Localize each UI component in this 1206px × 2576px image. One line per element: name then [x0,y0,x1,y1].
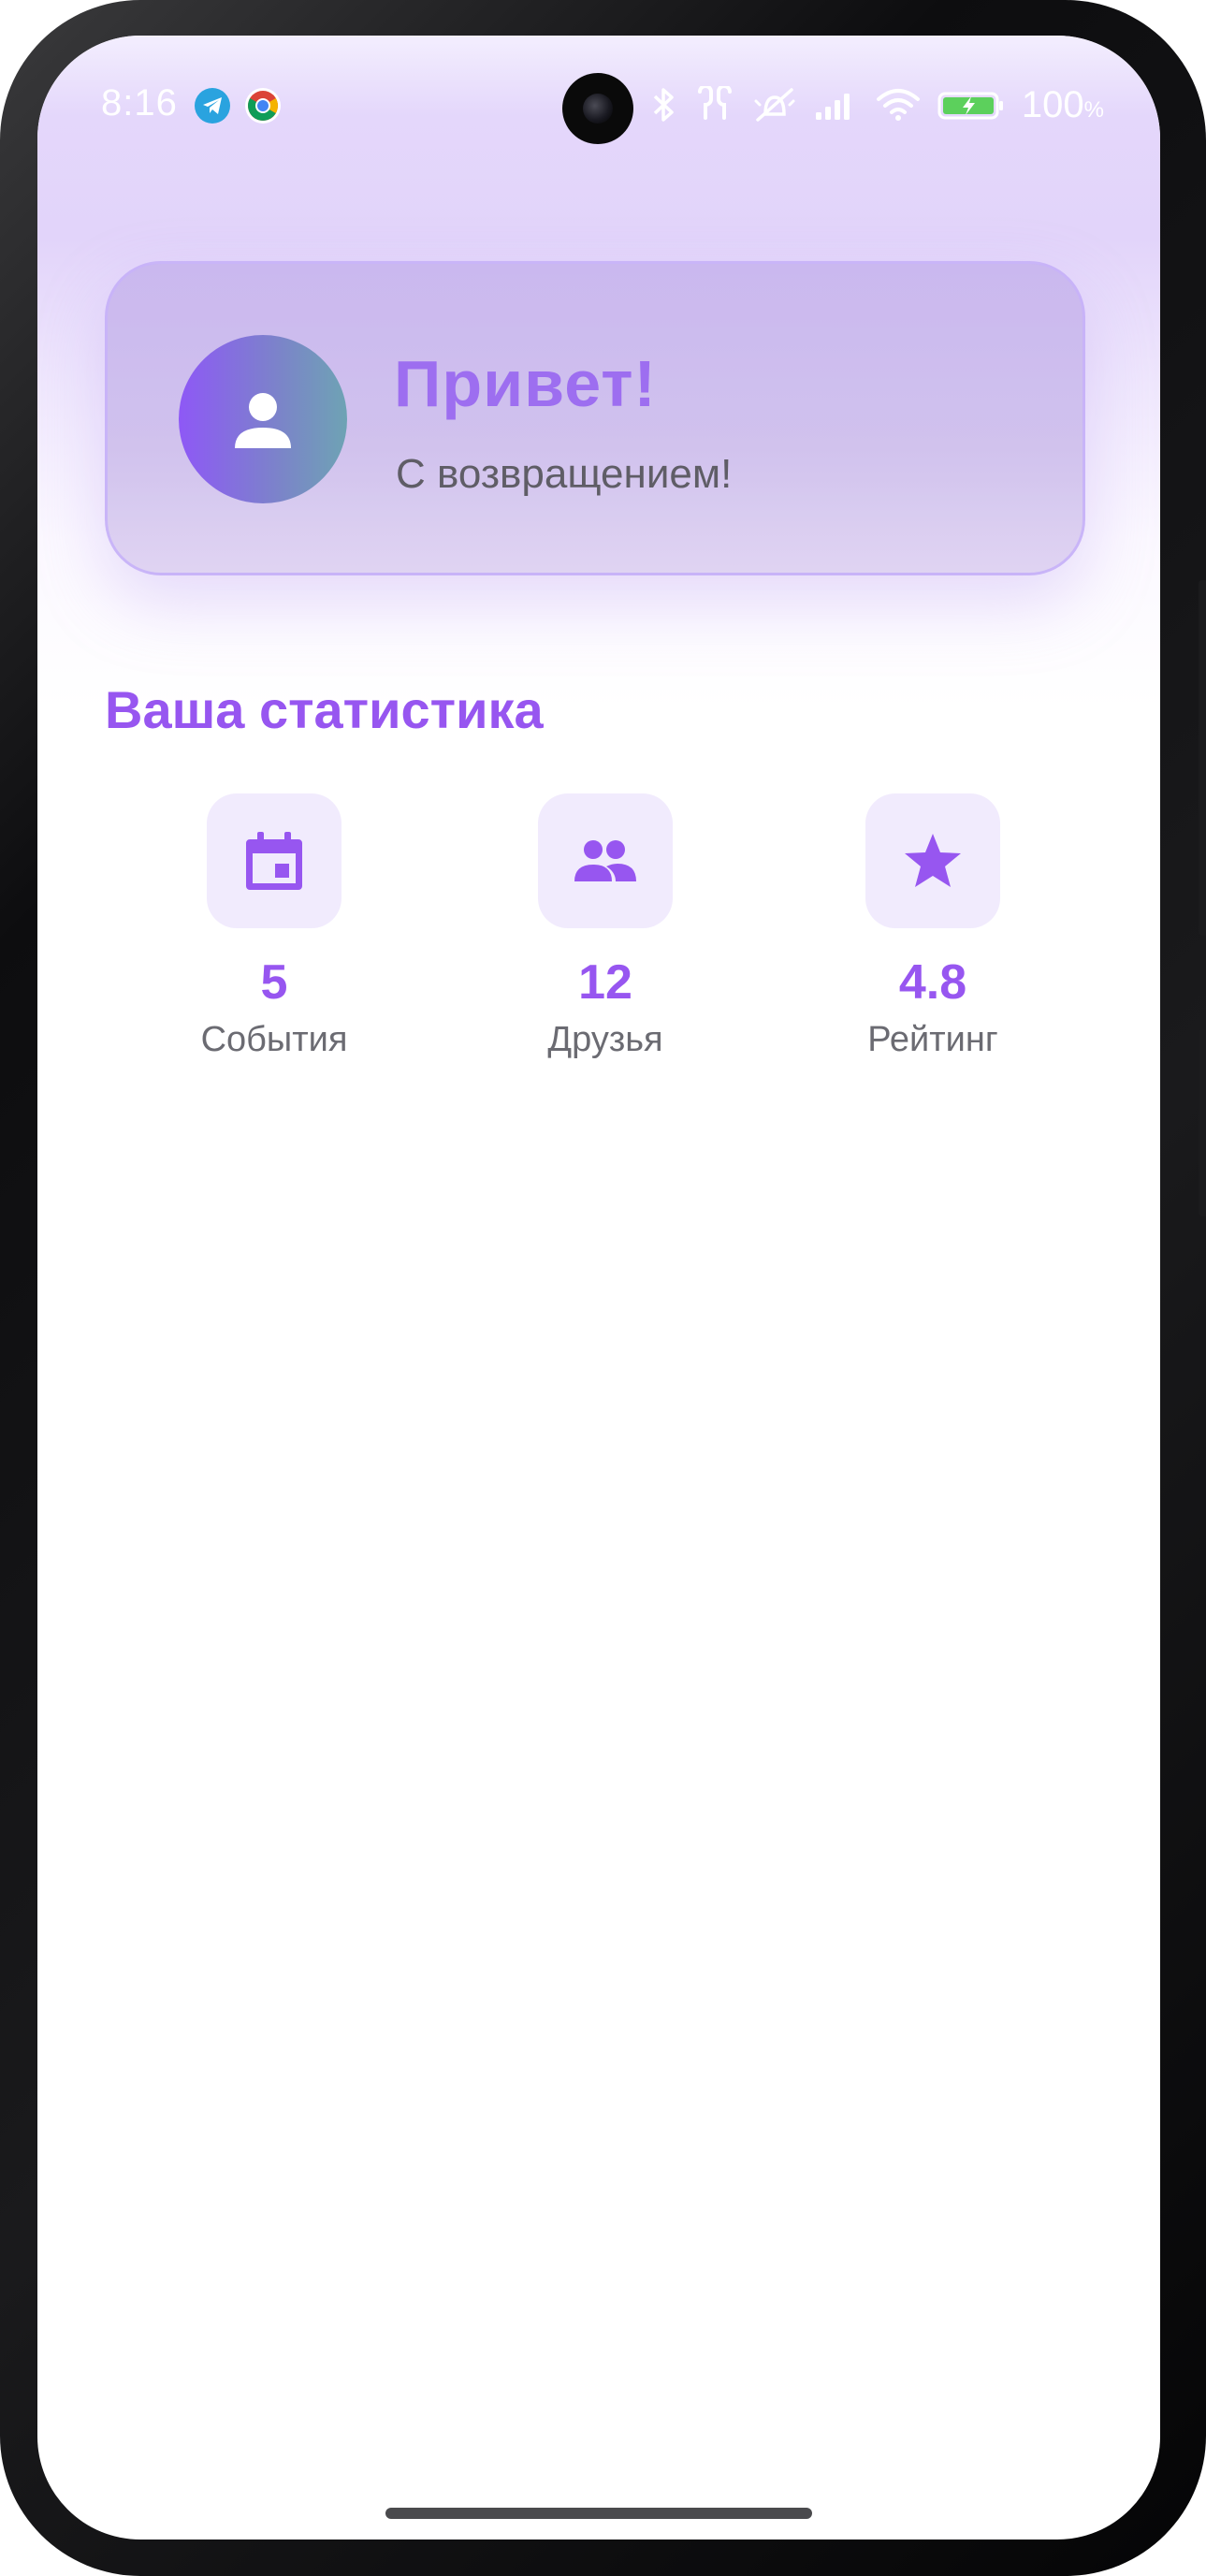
people-icon [574,840,636,881]
stat-value: 4.8 [898,955,967,1010]
screen: 8:16 100% Привет! С возвращением! Ваша с… [37,36,1160,2540]
bluetooth-icon [653,88,674,122]
stats-title: Ваша статистика [105,680,544,739]
avatar[interactable] [179,335,347,503]
stat-icon-box [207,793,341,928]
stat-events[interactable]: 5 События [153,793,396,1060]
vibrate-off-icon [754,88,795,122]
signal-icon [815,94,850,120]
status-bar: 8:16 100% [37,36,1160,176]
earbuds-icon [697,86,732,120]
star-icon [905,834,961,887]
person-icon [235,393,291,448]
status-time: 8:16 [101,82,178,124]
battery-percentage: 100% [1021,83,1104,125]
power-button [1199,1029,1206,1216]
battery-charging-icon [937,92,1003,120]
status-icons: 100% [651,77,1104,133]
front-camera [562,73,633,144]
telegram-icon [195,88,230,124]
wifi-icon [876,89,920,121]
home-indicator[interactable] [385,2508,812,2519]
stat-rating[interactable]: 4.8 Рейтинг [811,793,1054,1060]
stat-value: 12 [578,955,632,1010]
phone-frame: 8:16 100% Привет! С возвращением! Ваша с… [0,0,1206,2576]
stat-icon-box [865,793,1000,928]
volume-button [1199,580,1206,936]
stat-friends[interactable]: 12 Друзья [484,793,727,1060]
stat-label: События [200,1020,348,1059]
stat-label: Друзья [547,1020,663,1059]
greeting-title: Привет! [394,347,657,420]
welcome-card: Привет! С возвращением! [105,261,1085,575]
chrome-icon [245,88,281,124]
stat-value: 5 [260,955,288,1010]
greeting-subtitle: С возвращением! [396,451,733,497]
calendar-icon [246,832,302,890]
stat-label: Рейтинг [867,1020,998,1059]
stat-icon-box [538,793,673,928]
